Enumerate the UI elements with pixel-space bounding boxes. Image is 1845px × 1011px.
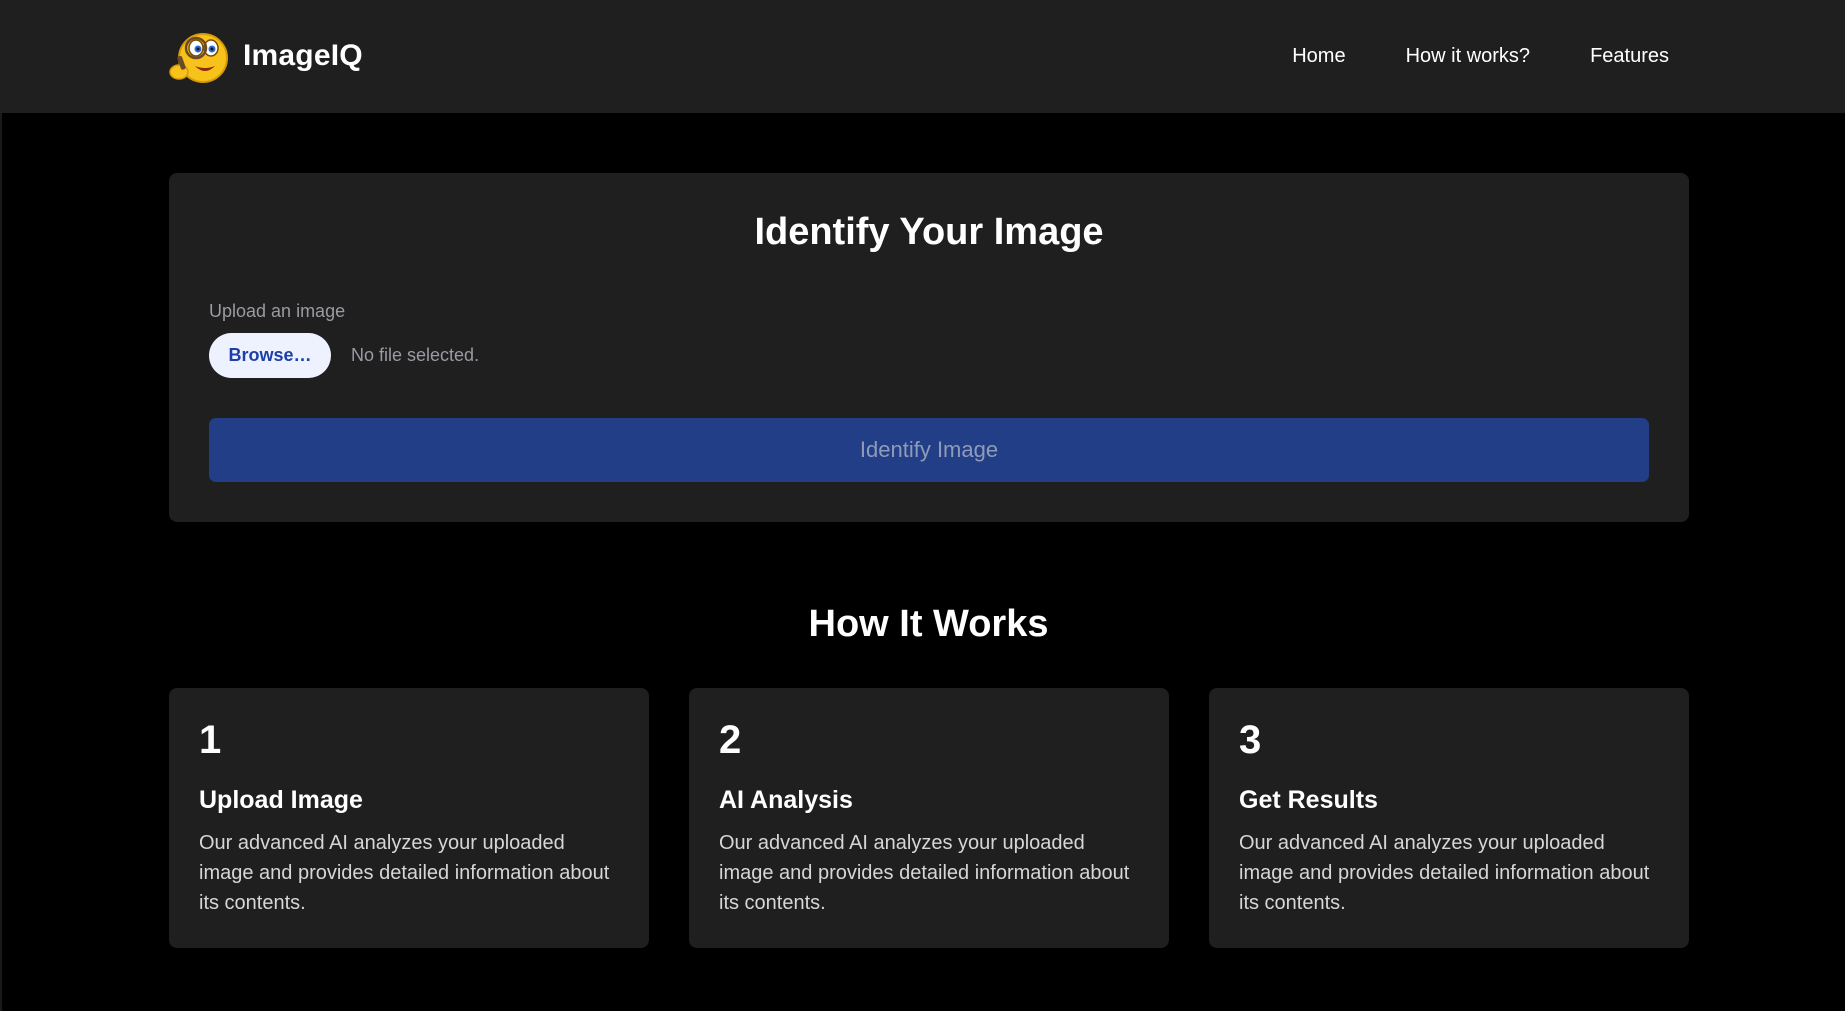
step-card-results: 3 Get Results Our advanced AI analyzes y…	[1209, 688, 1689, 948]
step-card-upload: 1 Upload Image Our advanced AI analyzes …	[169, 688, 649, 948]
brand-name: ImageIQ	[243, 39, 363, 72]
thinking-emoji-magnifier-icon	[167, 26, 233, 86]
how-it-works-title: How It Works	[808, 603, 1049, 645]
step-description: Our advanced AI analyzes your uploaded i…	[719, 832, 1130, 914]
brand[interactable]: ImageIQ	[167, 26, 363, 86]
step-number: 3	[1239, 718, 1262, 762]
step-description: Our advanced AI analyzes your uploaded i…	[1239, 832, 1650, 914]
upload-label: Upload an image	[209, 301, 346, 321]
nav-home-link[interactable]: Home	[1292, 45, 1345, 68]
step-number: 2	[719, 718, 742, 762]
identify-card: Identify Your Image Upload an image Brow…	[169, 173, 1689, 522]
page-left-edge	[0, 113, 2, 1011]
nav-how-it-works-link[interactable]: How it works?	[1406, 45, 1530, 68]
step-card-analysis: 2 AI Analysis Our advanced AI analyzes y…	[689, 688, 1169, 948]
step-title: Upload Image	[199, 786, 363, 814]
main-nav: Home How it works? Features	[1292, 0, 1669, 113]
file-status: No file selected.	[351, 345, 480, 365]
step-title: AI Analysis	[719, 786, 853, 814]
nav-features-link[interactable]: Features	[1590, 45, 1669, 68]
identify-title: Identify Your Image	[754, 211, 1104, 253]
top-navbar: ImageIQ Home How it works? Features	[0, 0, 1845, 113]
identify-image-button[interactable]: Identify Image	[209, 418, 1649, 482]
step-title: Get Results	[1239, 786, 1378, 814]
step-number: 1	[199, 718, 222, 762]
step-description: Our advanced AI analyzes your uploaded i…	[199, 832, 610, 914]
browse-button[interactable]: Browse…	[209, 333, 331, 378]
file-input[interactable]: Browse… No file selected.	[209, 333, 479, 378]
